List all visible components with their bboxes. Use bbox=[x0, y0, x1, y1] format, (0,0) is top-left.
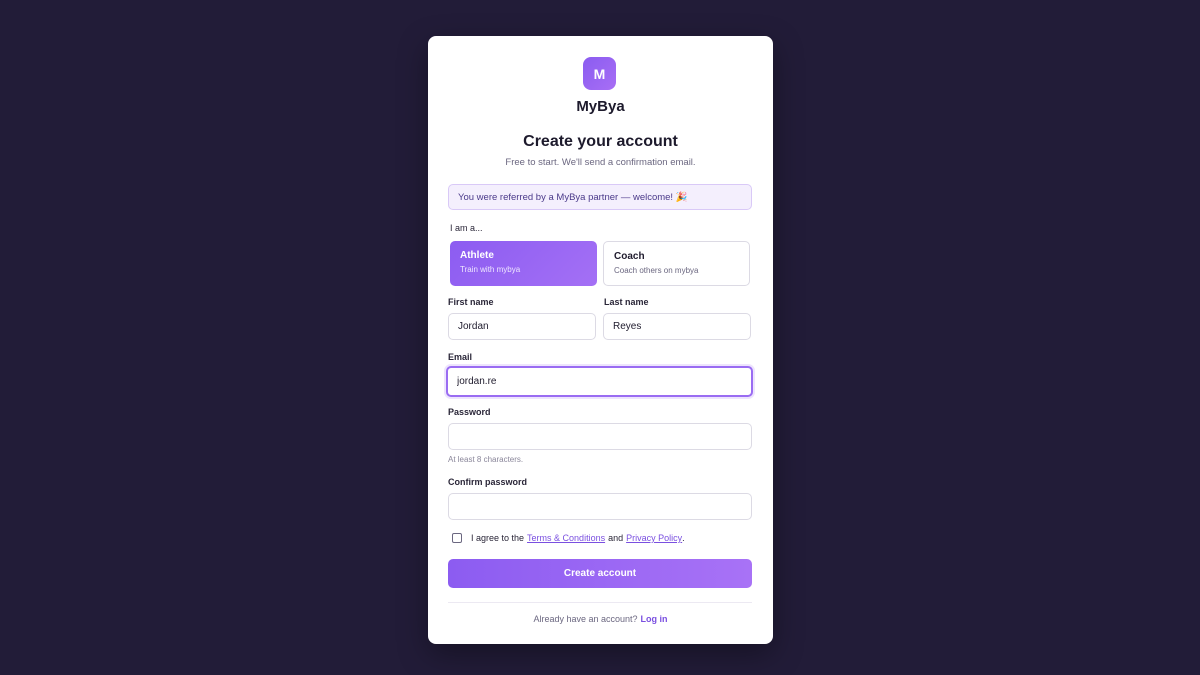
role-option-subtitle: Coach others on mybya bbox=[614, 266, 699, 275]
last-name-field[interactable] bbox=[603, 313, 751, 340]
last-name-label: Last name bbox=[604, 297, 649, 307]
confirm-password-field[interactable] bbox=[448, 493, 752, 520]
login-prompt: Already have an account? Log in bbox=[428, 614, 773, 624]
agreement-suffix: . bbox=[682, 533, 685, 543]
password-label: Password bbox=[448, 407, 491, 417]
page-title: Create your account bbox=[523, 133, 678, 150]
email-label: Email bbox=[448, 352, 473, 362]
agreement-prefix: I agree to the bbox=[471, 533, 525, 543]
privacy-link[interactable]: Privacy Policy bbox=[626, 533, 682, 543]
login-link[interactable]: Log in bbox=[641, 614, 668, 624]
role-option-athlete[interactable]: Athlete Train with mybya bbox=[450, 241, 597, 286]
brand-logo: M bbox=[583, 57, 616, 90]
role-label: I am a... bbox=[450, 223, 483, 233]
password-field[interactable] bbox=[448, 423, 752, 450]
login-prompt-text: Already have an account? bbox=[533, 614, 638, 624]
first-name-label: First name bbox=[448, 297, 494, 307]
agreement-joiner: and bbox=[608, 533, 624, 543]
terms-link[interactable]: Terms & Conditions bbox=[527, 533, 605, 543]
terms-agreement: I agree to the Terms & Conditions and Pr… bbox=[452, 533, 685, 543]
terms-checkbox[interactable] bbox=[452, 533, 462, 543]
page-subtitle: Free to start. We'll send a confirmation… bbox=[505, 157, 696, 168]
role-option-coach[interactable]: Coach Coach others on mybya bbox=[603, 241, 750, 286]
confirm-password-label: Confirm password bbox=[448, 477, 528, 487]
referral-banner: You were referred by a MyBya partner — w… bbox=[448, 184, 752, 210]
role-option-title: Athlete bbox=[460, 250, 494, 261]
email-field[interactable] bbox=[446, 366, 753, 397]
role-option-subtitle: Train with mybya bbox=[460, 265, 521, 274]
footer-divider bbox=[448, 602, 752, 603]
logo-letter: M bbox=[593, 65, 606, 82]
role-option-title: Coach bbox=[614, 251, 645, 262]
brand-name: MyBya bbox=[576, 98, 625, 115]
first-name-field[interactable] bbox=[448, 313, 596, 340]
password-hint: At least 8 characters. bbox=[448, 455, 524, 464]
create-account-button[interactable]: Create account bbox=[448, 559, 752, 588]
signup-card: M MyBya Create your account Free to star… bbox=[428, 36, 773, 644]
